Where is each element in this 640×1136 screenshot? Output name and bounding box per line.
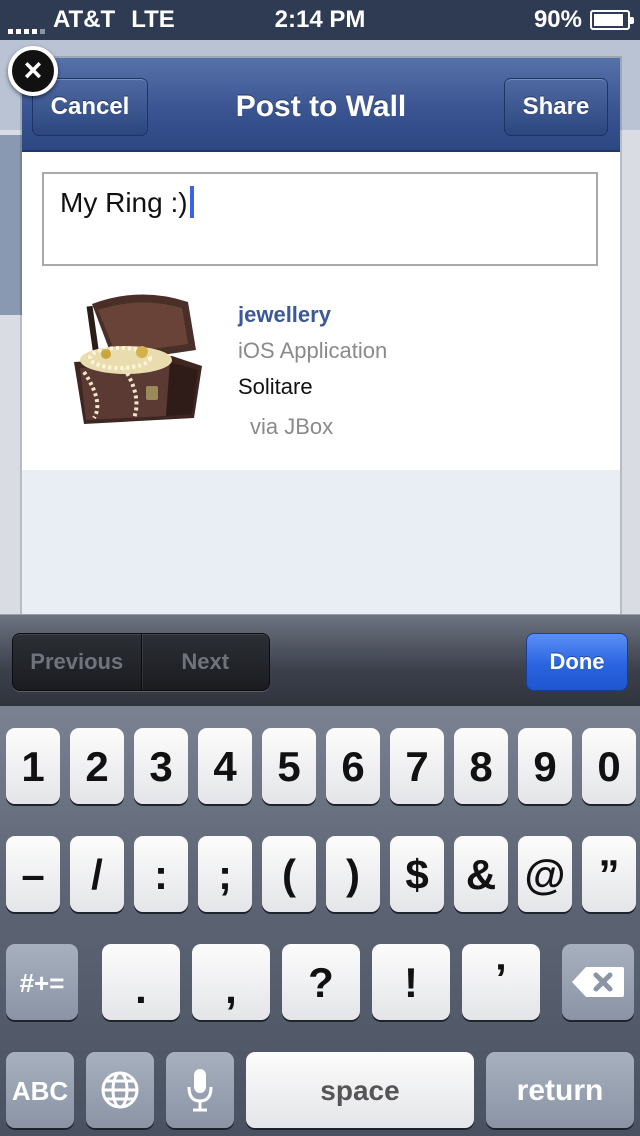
key-4[interactable]: 4 (198, 728, 252, 804)
key-period[interactable]: . (102, 944, 180, 1020)
key-open-paren[interactable]: ( (262, 836, 316, 912)
done-button[interactable]: Done (526, 633, 628, 691)
symbols-shift-key[interactable]: #+= (6, 944, 78, 1020)
abc-key[interactable]: ABC (6, 1052, 74, 1128)
key-6[interactable]: 6 (326, 728, 380, 804)
key-quote[interactable]: ” (582, 836, 636, 912)
previous-button[interactable]: Previous (13, 634, 141, 690)
microphone-icon (187, 1069, 213, 1112)
globe-icon (101, 1071, 139, 1109)
message-text: My Ring :) (60, 187, 188, 218)
space-key[interactable]: space (246, 1052, 474, 1128)
key-ampersand[interactable]: & (454, 836, 508, 912)
key-7[interactable]: 7 (390, 728, 444, 804)
key-dollar[interactable]: $ (390, 836, 444, 912)
key-0[interactable]: 0 (582, 728, 636, 804)
dialog-body: My Ring :) jewellery iOS Application Sol… (22, 152, 620, 470)
attachment-via: via JBox (250, 414, 334, 439)
key-1[interactable]: 1 (6, 728, 60, 804)
key-slash[interactable]: / (70, 836, 124, 912)
key-5[interactable]: 5 (262, 728, 316, 804)
key-2[interactable]: 2 (70, 728, 124, 804)
delete-key[interactable] (562, 944, 634, 1020)
treasure-chest-thumbnail (54, 292, 210, 432)
message-input[interactable]: My Ring :) (42, 172, 598, 266)
microphone-key[interactable] (166, 1052, 234, 1128)
attachment-type: iOS Application (238, 338, 388, 363)
key-question[interactable]: ? (282, 944, 360, 1020)
key-colon[interactable]: : (134, 836, 188, 912)
keyboard: 1 2 3 4 5 6 7 8 9 0 – / : ; ( ) $ & @ ” … (0, 706, 640, 1136)
key-comma[interactable]: , (192, 944, 270, 1020)
status-right: 90% (533, 6, 634, 34)
key-8[interactable]: 8 (454, 728, 508, 804)
close-icon[interactable]: × (8, 46, 58, 96)
next-button[interactable]: Next (140, 634, 270, 690)
battery-fill (594, 14, 623, 26)
attachment-description: Solitare (238, 374, 313, 399)
backspace-icon (572, 967, 624, 997)
battery-percent: 90% (533, 6, 582, 33)
background-image-strip (0, 135, 22, 315)
key-semicolon[interactable]: ; (198, 836, 252, 912)
attachment-info: jewellery iOS Application Solitare via J… (238, 302, 387, 440)
post-to-wall-dialog: Post to Wall Cancel Share My Ring :) jew… (22, 58, 620, 623)
battery-icon (590, 10, 634, 30)
key-apostrophe[interactable]: ’ (462, 944, 540, 1020)
key-close-paren[interactable]: ) (326, 836, 380, 912)
globe-key[interactable] (86, 1052, 154, 1128)
key-exclamation[interactable]: ! (372, 944, 450, 1020)
key-dash[interactable]: – (6, 836, 60, 912)
keyboard-toolbar: Previous Next Done (0, 614, 640, 706)
dialog-header: Post to Wall Cancel Share (22, 58, 620, 152)
key-9[interactable]: 9 (518, 728, 572, 804)
return-key[interactable]: return (486, 1052, 634, 1128)
share-button[interactable]: Share (504, 78, 608, 136)
key-3[interactable]: 3 (134, 728, 188, 804)
prev-next-segmented-control: Previous Next (12, 633, 270, 691)
attachment-title[interactable]: jewellery (238, 302, 387, 338)
key-at[interactable]: @ (518, 836, 572, 912)
status-bar: AT&T LTE 2:14 PM 90% (0, 0, 640, 40)
text-caret (189, 186, 194, 218)
